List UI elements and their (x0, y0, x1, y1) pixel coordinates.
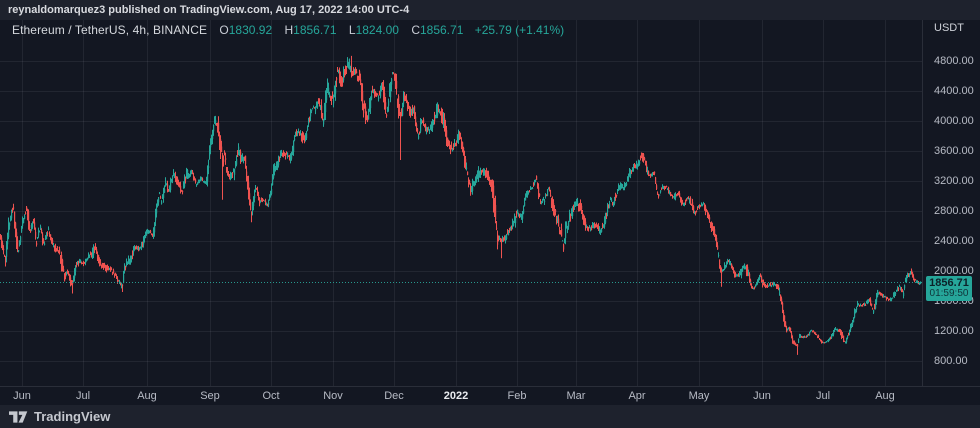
change-value: +25.79 (+1.41%) (475, 23, 564, 37)
price-tick-label: 4800.00 (934, 55, 974, 68)
time-tick-label: Feb (508, 390, 527, 402)
tradingview-link[interactable]: TradingView (9, 409, 110, 424)
price-tick-label: 3200.00 (934, 175, 974, 188)
tradingview-logo-icon (9, 411, 28, 423)
time-tick-label: Sep (200, 390, 220, 402)
low-label: L (349, 23, 356, 37)
time-tick-label: Jun (753, 390, 771, 402)
symbol-title: Ethereum / TetherUS, 4h, BINANCE (12, 23, 207, 37)
price-tick-label: 2800.00 (934, 205, 974, 218)
current-price-label: 1856.71 01:59:50 (926, 276, 972, 301)
price-tick-label: 4400.00 (934, 85, 974, 98)
high-label: H (284, 23, 293, 37)
chart-pane: Ethereum / TetherUS, 4h, BINANCE O1830.9… (0, 20, 922, 386)
time-tick-label: Mar (567, 390, 586, 402)
time-tick-label: Jul (816, 390, 830, 402)
price-tick-label: 4000.00 (934, 115, 974, 128)
time-tick-label: Dec (384, 390, 404, 402)
symbol-legend: Ethereum / TetherUS, 4h, BINANCE O1830.9… (12, 23, 564, 37)
publish-bar: reynaldomarquez3 published on TradingVie… (0, 0, 980, 20)
time-tick-label: 2022 (444, 390, 468, 402)
open-label: O (219, 23, 228, 37)
price-tick-label: 800.00 (934, 355, 968, 368)
chart-area: Ethereum / TetherUS, 4h, BINANCE O1830.9… (0, 20, 980, 386)
bar-countdown: 01:59:50 (926, 289, 972, 299)
price-tick-label: 2400.00 (934, 235, 974, 248)
time-tick-label: Jul (76, 390, 90, 402)
price-tick-label: 3600.00 (934, 145, 974, 158)
price-tick-label: 1200.00 (934, 325, 974, 338)
footer-bar: TradingView (0, 405, 980, 428)
open-value: 1830.92 (229, 23, 272, 37)
candlestick-canvas[interactable] (0, 20, 922, 386)
time-axis[interactable]: Jun Jul Aug Sep Oct Nov Dec 2022 Feb Mar Apr May Jun… (0, 386, 980, 405)
time-tick-label: Nov (323, 390, 343, 402)
price-axis[interactable]: USDT 1856.71 01:59:50 4800.00 4400.00 4000… (922, 20, 980, 386)
time-tick-label: Aug (137, 390, 157, 402)
publish-bar-text: reynaldomarquez3 published on TradingVie… (8, 4, 409, 16)
close-value: 1856.71 (420, 23, 463, 37)
low-value: 1824.00 (356, 23, 399, 37)
quote-currency-label: USDT (934, 22, 964, 34)
time-tick-label: May (689, 390, 710, 402)
high-value: 1856.71 (293, 23, 336, 37)
tradingview-brand-text: TradingView (34, 409, 110, 424)
time-tick-label: Aug (875, 390, 895, 402)
current-price-value: 1856.71 (926, 277, 972, 289)
time-tick-label: Oct (262, 390, 279, 402)
time-tick-label: Jun (13, 390, 31, 402)
close-label: C (411, 23, 420, 37)
time-tick-label: Apr (628, 390, 645, 402)
